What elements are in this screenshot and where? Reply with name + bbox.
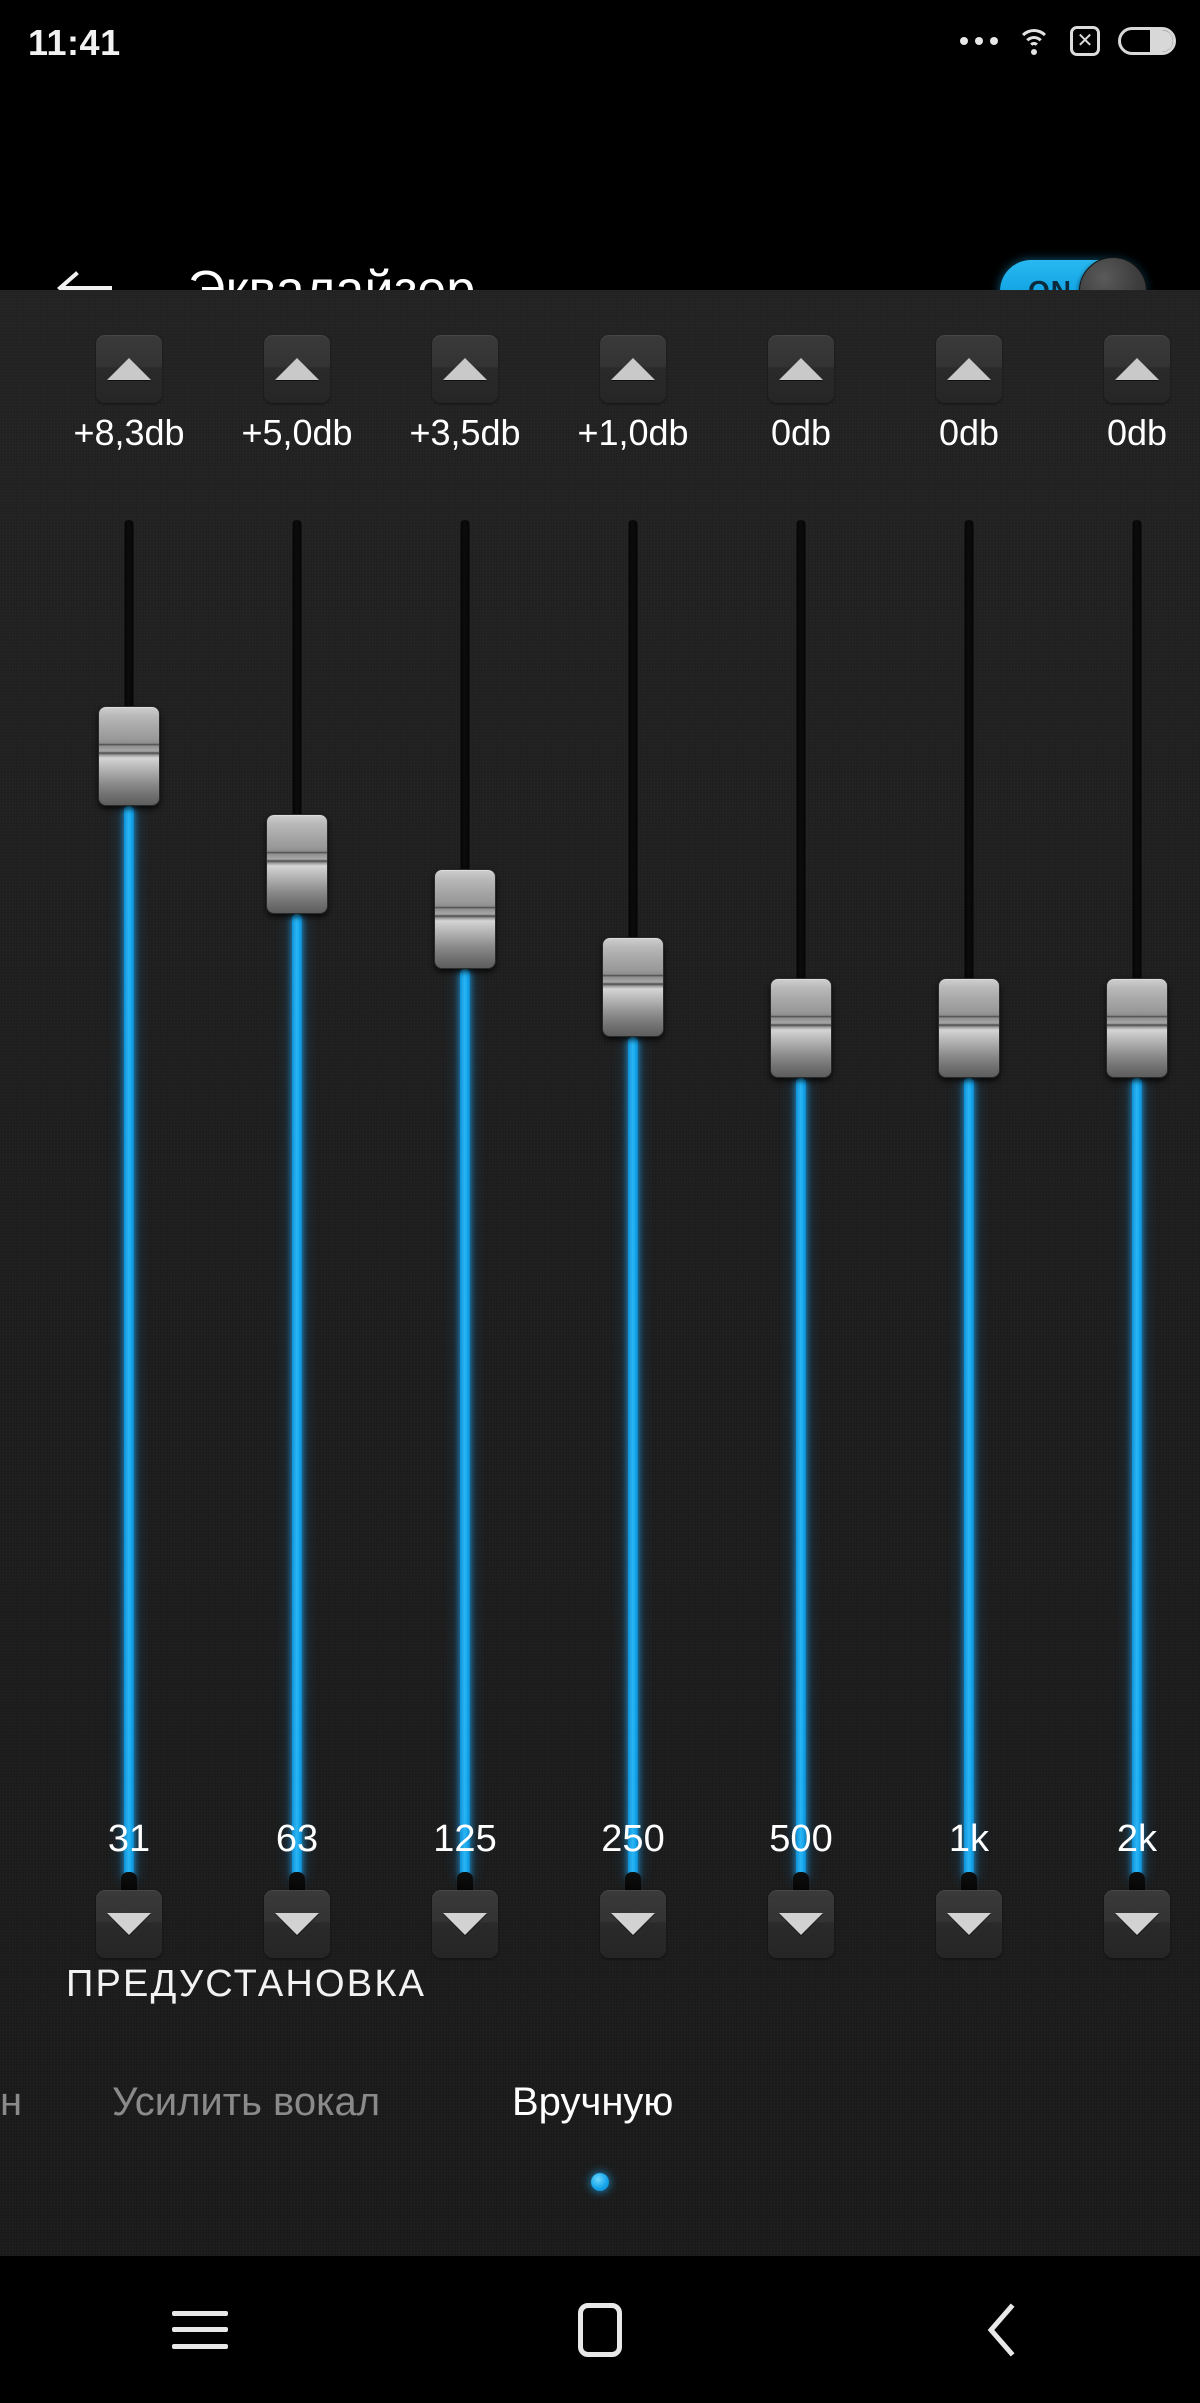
status-bar: 11:41 ✕ bbox=[0, 0, 1200, 88]
slider-thumb[interactable] bbox=[98, 706, 160, 806]
slider-track-fill bbox=[124, 806, 134, 1880]
triangle-up-icon bbox=[1115, 358, 1159, 380]
slider-thumb[interactable] bbox=[434, 869, 496, 969]
triangle-up-icon bbox=[779, 358, 823, 380]
preset-section-heading: ПРЕДУСТАНОВКА bbox=[66, 1963, 427, 2005]
gain-label-250: +1,0db bbox=[577, 412, 689, 453]
gain-label-2k: 0db bbox=[1106, 412, 1168, 453]
triangle-down-icon bbox=[779, 1913, 823, 1935]
equalizer-screen: 11:41 ✕ Эквалайзер ON +8,3db 31 +5,0db 63 +3… bbox=[0, 0, 1200, 2403]
more-dots-icon bbox=[960, 37, 998, 45]
triangle-down-icon bbox=[107, 1913, 151, 1935]
decrease-gain-button-1k[interactable] bbox=[936, 1890, 1002, 1958]
gain-label-125: +3,5db bbox=[409, 412, 521, 453]
back-icon bbox=[983, 2302, 1017, 2357]
frequency-label-1k: 1k bbox=[948, 1818, 990, 1860]
increase-gain-button-2k[interactable] bbox=[1104, 335, 1170, 403]
triangle-down-icon bbox=[611, 1913, 655, 1935]
triangle-down-icon bbox=[1115, 1913, 1159, 1935]
frequency-label-125: 125 bbox=[433, 1818, 497, 1860]
equalizer-panel: +8,3db 31 +5,0db 63 +3,5db 125 +1,0db 250 0db 500… bbox=[0, 290, 1200, 2256]
slider-thumb[interactable] bbox=[602, 937, 664, 1037]
slider-thumb[interactable] bbox=[266, 814, 328, 914]
increase-gain-button-500[interactable] bbox=[768, 335, 834, 403]
nav-back-button[interactable] bbox=[800, 2256, 1200, 2403]
eq-band-500: 0db 500 bbox=[716, 290, 886, 2256]
decrease-gain-button-125[interactable] bbox=[432, 1890, 498, 1958]
eq-band-31: +8,3db 31 bbox=[44, 290, 214, 2256]
nav-home-button[interactable] bbox=[400, 2256, 800, 2403]
status-clock: 11:41 bbox=[28, 22, 121, 63]
android-navigation-bar bbox=[0, 2256, 1200, 2403]
eq-band-1k: 0db 1k bbox=[884, 290, 1054, 2256]
triangle-up-icon bbox=[275, 358, 319, 380]
triangle-up-icon bbox=[611, 358, 655, 380]
triangle-down-icon bbox=[443, 1913, 487, 1935]
gain-label-500: 0db bbox=[770, 412, 832, 453]
eq-band-125: +3,5db 125 bbox=[380, 290, 550, 2256]
gain-label-1k: 0db bbox=[938, 412, 1000, 453]
gain-label-63: +5,0db bbox=[241, 412, 353, 453]
increase-gain-button-31[interactable] bbox=[96, 335, 162, 403]
preset-option-0[interactable]: н bbox=[0, 2072, 22, 2132]
decrease-gain-button-250[interactable] bbox=[600, 1890, 666, 1958]
slider-thumb[interactable] bbox=[770, 978, 832, 1078]
increase-gain-button-250[interactable] bbox=[600, 335, 666, 403]
no-sim-icon: ✕ bbox=[1070, 26, 1100, 56]
preset-page-indicator-dot bbox=[591, 2173, 609, 2191]
nav-menu-button[interactable] bbox=[0, 2256, 400, 2403]
frequency-label-63: 63 bbox=[275, 1818, 319, 1860]
triangle-up-icon bbox=[443, 358, 487, 380]
gain-slider-2k[interactable] bbox=[1106, 520, 1168, 1902]
wifi-icon bbox=[1016, 27, 1052, 55]
slider-thumb[interactable] bbox=[938, 978, 1000, 1078]
frequency-label-2k: 2k bbox=[1116, 1818, 1158, 1860]
slider-track-fill bbox=[292, 914, 302, 1880]
increase-gain-button-125[interactable] bbox=[432, 335, 498, 403]
triangle-up-icon bbox=[947, 358, 991, 380]
preset-option-1[interactable]: Усилить вокал bbox=[112, 2072, 380, 2132]
slider-track-fill bbox=[460, 969, 470, 1880]
home-icon bbox=[578, 2302, 622, 2357]
gain-slider-31[interactable] bbox=[98, 520, 160, 1902]
triangle-up-icon bbox=[107, 358, 151, 380]
increase-gain-button-63[interactable] bbox=[264, 335, 330, 403]
decrease-gain-button-500[interactable] bbox=[768, 1890, 834, 1958]
slider-track-fill bbox=[964, 1078, 974, 1880]
frequency-label-500: 500 bbox=[769, 1818, 833, 1860]
preset-option-2[interactable]: Вручную bbox=[512, 2072, 673, 2132]
eq-band-2k: 0db 2k bbox=[1052, 290, 1200, 2256]
menu-icon bbox=[172, 2310, 228, 2349]
frequency-label-31: 31 bbox=[107, 1818, 151, 1860]
triangle-down-icon bbox=[275, 1913, 319, 1935]
triangle-down-icon bbox=[947, 1913, 991, 1935]
decrease-gain-button-2k[interactable] bbox=[1104, 1890, 1170, 1958]
eq-band-250: +1,0db 250 bbox=[548, 290, 718, 2256]
gain-slider-125[interactable] bbox=[434, 520, 496, 1902]
slider-track-fill bbox=[796, 1078, 806, 1880]
increase-gain-button-1k[interactable] bbox=[936, 335, 1002, 403]
slider-track-fill bbox=[628, 1037, 638, 1880]
battery-icon bbox=[1118, 27, 1176, 55]
preset-carousel[interactable]: н Усилить вокал Вручную bbox=[0, 2072, 1200, 2146]
gain-slider-250[interactable] bbox=[602, 520, 664, 1902]
app-bar: Эквалайзер ON bbox=[0, 88, 1200, 325]
status-icon-tray: ✕ bbox=[960, 18, 1176, 64]
gain-slider-1k[interactable] bbox=[938, 520, 1000, 1902]
slider-thumb[interactable] bbox=[1106, 978, 1168, 1078]
slider-track-fill bbox=[1132, 1078, 1142, 1880]
decrease-gain-button-31[interactable] bbox=[96, 1890, 162, 1958]
frequency-label-250: 250 bbox=[601, 1818, 665, 1860]
decrease-gain-button-63[interactable] bbox=[264, 1890, 330, 1958]
gain-slider-63[interactable] bbox=[266, 520, 328, 1902]
gain-slider-500[interactable] bbox=[770, 520, 832, 1902]
eq-band-63: +5,0db 63 bbox=[212, 290, 382, 2256]
gain-label-31: +8,3db bbox=[73, 412, 185, 453]
